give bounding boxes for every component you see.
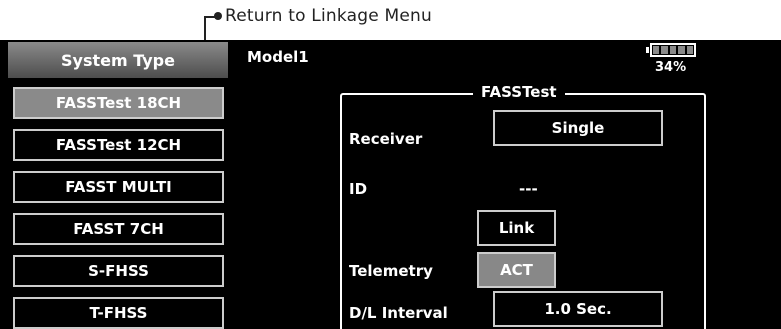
receiver-label: Receiver [349,130,423,148]
battery-percent: 34% [655,60,687,75]
battery-cell [669,46,677,54]
system-type-s-fhss-button[interactable]: S-FHSS [13,255,224,287]
system-type-fasst-multi-button[interactable]: FASST MULTI [13,171,224,203]
transmitter-screen: System Type Model1 34% FASSTest 18CH FAS… [0,40,781,329]
id-value: --- [519,180,538,198]
id-label: ID [349,180,368,198]
battery-cell [653,46,660,54]
battery-cell [686,46,694,54]
battery-terminal [646,47,649,53]
battery-cell [661,46,668,54]
system-type-tab-button[interactable]: System Type [8,42,228,78]
system-type-fasstest-12ch-button[interactable]: FASSTest 12CH [13,129,224,161]
battery-icon [650,43,696,57]
dl-interval-select-button[interactable]: 1.0 Sec. [493,291,663,327]
settings-group-title: FASSTest [473,83,565,101]
battery-cell [678,46,685,54]
callout-leader-line [204,16,206,42]
telemetry-label: Telemetry [349,262,433,280]
telemetry-toggle-button[interactable]: ACT [477,252,556,288]
system-type-fasstest-18ch-button[interactable]: FASSTest 18CH [13,87,224,119]
callout-bullet-icon [214,12,222,20]
model-name: Model1 [247,48,309,66]
system-type-t-fhss-button[interactable]: T-FHSS [13,297,224,329]
system-type-fasst-7ch-button[interactable]: FASST 7CH [13,213,224,245]
receiver-select-button[interactable]: Single [493,110,663,146]
dl-interval-label: D/L Interval [349,304,448,322]
callout-label: Return to Linkage Menu [225,6,432,26]
link-button[interactable]: Link [477,210,556,246]
